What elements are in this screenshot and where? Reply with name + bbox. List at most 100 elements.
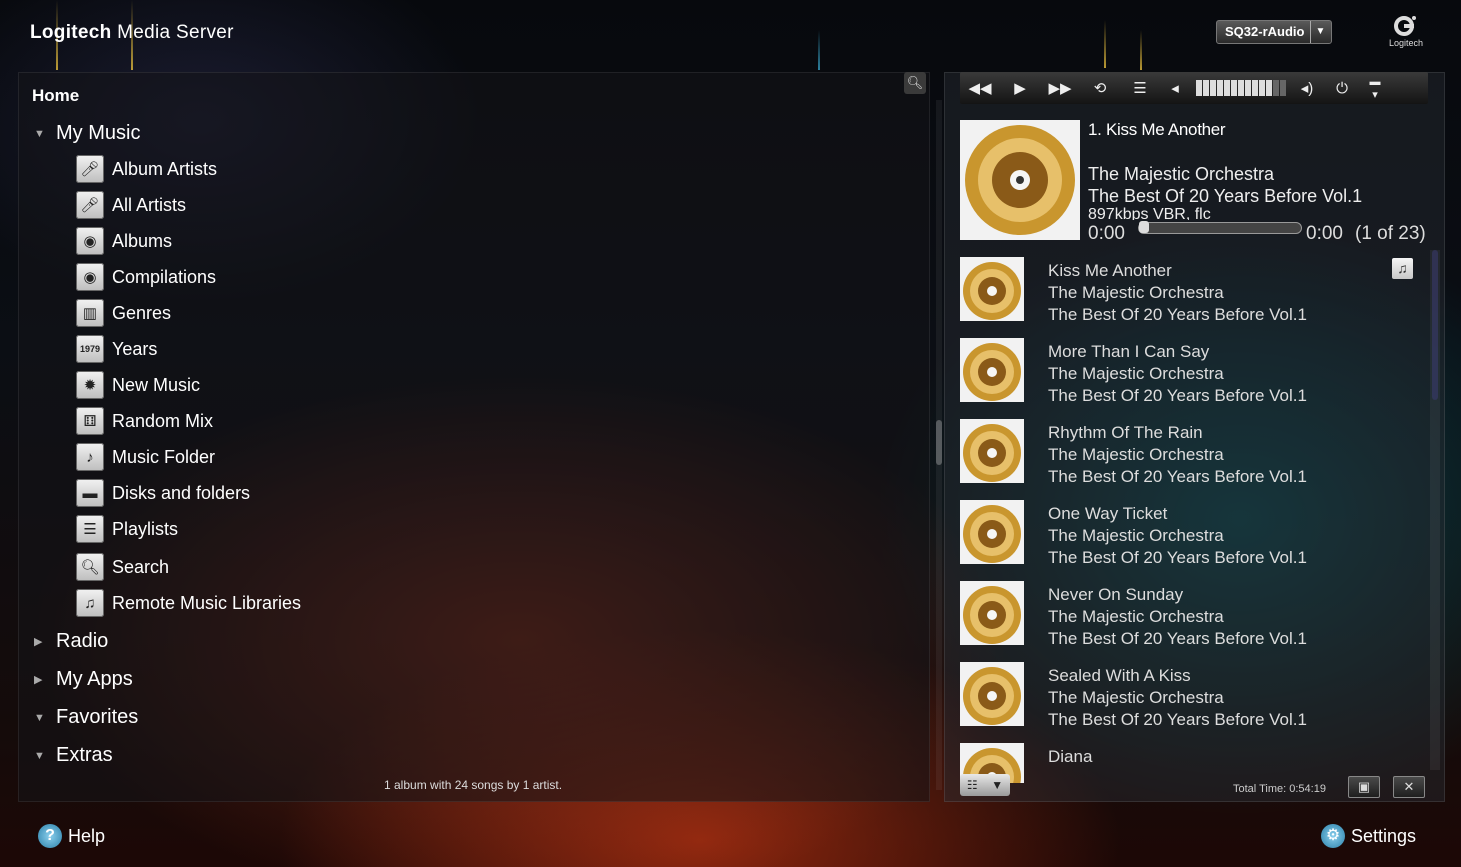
calendar-icon: 1979	[76, 335, 104, 363]
volume-segment[interactable]	[1210, 80, 1216, 96]
logitech-logo: Logitech	[1382, 14, 1430, 48]
repeat-icon[interactable]: ⟲	[1080, 79, 1120, 97]
playlist-track[interactable]: Never On Sunday The Majestic Orchestra The…	[960, 581, 1430, 651]
menu-item-label: Years	[112, 338, 158, 359]
scrollbar-thumb[interactable]	[1432, 250, 1438, 400]
play-icon[interactable]: ▶	[1000, 79, 1040, 97]
menu-item-years[interactable]: 1979 Years	[76, 333, 157, 365]
collapse-player-icon[interactable]: ▬ ▾	[1362, 76, 1388, 101]
volume-slider[interactable]	[1196, 80, 1286, 96]
volume-segment[interactable]	[1231, 80, 1237, 96]
playlist-total-time: Total Time: 0:54:19	[1233, 783, 1326, 795]
elapsed-time: 0:00	[1088, 223, 1125, 244]
breadcrumb-home[interactable]: Home	[32, 86, 79, 106]
collapsed-triangle-icon: ▶	[34, 636, 43, 648]
folder-icon: ▬	[76, 479, 104, 507]
playlist-track[interactable]: Rhythm Of The Rain The Majestic Orchestra…	[960, 419, 1430, 489]
section-label: Favorites	[56, 706, 139, 728]
track-album: The Best Of 20 Years Before Vol.1	[1048, 467, 1307, 486]
track-count: (1 of 23)	[1355, 223, 1426, 244]
menu-item-label: New Music	[112, 374, 201, 395]
menu-item-label: Compilations	[112, 266, 217, 287]
menu-item-label: Search	[112, 556, 170, 577]
volume-segment[interactable]	[1245, 80, 1251, 96]
albums-icon: ◉	[76, 227, 104, 255]
clear-playlist-button[interactable]: ✕	[1393, 776, 1425, 798]
section-my-music[interactable]: ▼ My Music	[34, 122, 140, 145]
now-playing-title[interactable]: 1. Kiss Me Another	[1088, 120, 1226, 140]
section-favorites[interactable]: ▼ Favorites	[34, 706, 138, 729]
search-button[interactable]: 🔍︎	[904, 72, 926, 94]
list-icon: ☷	[966, 778, 978, 792]
menu-item-all-artists[interactable]: 🎤︎ All Artists	[76, 189, 186, 221]
save-playlist-button[interactable]: ▣	[1348, 776, 1380, 798]
playlist-track[interactable]: Kiss Me Another The Majestic Orchestra The…	[960, 257, 1430, 327]
menu-item-random-mix[interactable]: ⚅ Random Mix	[76, 405, 213, 437]
now-playing-artist[interactable]: The Majestic Orchestra	[1088, 164, 1274, 185]
menu-item-remote-music-libraries[interactable]: ♫ Remote Music Libraries	[76, 587, 301, 619]
playlist-track[interactable]: Sealed With A Kiss The Majestic Orchestra…	[960, 662, 1430, 732]
top-bar: Logitech Media Server SQ32-rAudio ▼ Logi…	[0, 0, 1461, 70]
now-playing-album[interactable]: The Best Of 20 Years Before Vol.1	[1088, 186, 1362, 207]
now-playing-bitrate: 897kbps VBR, flc	[1088, 206, 1211, 220]
logitech-logo-icon	[1394, 16, 1416, 36]
volume-up-icon[interactable]: ◂)	[1292, 79, 1322, 97]
menu-item-genres[interactable]: ▥ Genres	[76, 297, 171, 329]
volume-down-icon[interactable]: ◂	[1160, 79, 1190, 97]
track-title: Sealed With A Kiss	[1048, 666, 1191, 685]
playlist-track[interactable]: More Than I Can Say The Majestic Orchestr…	[960, 338, 1430, 408]
progress-bar[interactable]	[1138, 221, 1302, 234]
volume-segment[interactable]	[1217, 80, 1223, 96]
browse-scrollbar[interactable]	[936, 100, 942, 790]
section-radio[interactable]: ▶ Radio	[34, 630, 108, 653]
help-link[interactable]: ? Help	[38, 824, 105, 848]
shuffle-icon[interactable]: ☰	[1120, 79, 1160, 97]
track-cover-art	[960, 662, 1024, 726]
menu-item-music-folder[interactable]: ♪ Music Folder	[76, 441, 215, 473]
fast-forward-icon[interactable]: ▶▶	[1040, 79, 1080, 97]
app-title: Logitech Media Server	[30, 22, 234, 44]
track-title: Never On Sunday	[1048, 585, 1184, 604]
remaining-time: 0:00	[1306, 223, 1343, 244]
magnifier-icon: 🔍︎	[906, 75, 924, 90]
menu-item-album-artists[interactable]: 🎤︎ Album Artists	[76, 153, 217, 185]
settings-link[interactable]: ⚙ Settings	[1321, 824, 1416, 848]
piano-icon: ▥	[76, 299, 104, 327]
volume-segment[interactable]	[1252, 80, 1258, 96]
section-my-apps[interactable]: ▶ My Apps	[34, 668, 133, 691]
volume-segment[interactable]	[1224, 80, 1230, 96]
menu-item-playlists[interactable]: ☰ Playlists	[76, 513, 178, 545]
track-title: Rhythm Of The Rain	[1048, 423, 1203, 442]
player-select[interactable]: SQ32-rAudio ▼	[1216, 20, 1333, 44]
volume-segment[interactable]	[1196, 80, 1202, 96]
menu-item-albums[interactable]: ◉ Albums	[76, 225, 172, 257]
menu-item-new-music[interactable]: ✹ New Music	[76, 369, 200, 401]
menu-item-search[interactable]: 🔍︎ Search	[76, 551, 169, 583]
chevron-down-icon: ▼	[1310, 21, 1325, 43]
volume-segment[interactable]	[1259, 80, 1265, 96]
section-extras[interactable]: ▼ Extras	[34, 744, 113, 767]
volume-segment[interactable]	[1273, 80, 1279, 96]
playlist-track[interactable]: One Way Ticket The Majestic Orchestra The …	[960, 500, 1430, 570]
transport-controls: ◀◀ ▶ ▶▶ ⟲ ☰ ◂ ◂) ⏻ ▬ ▾	[960, 72, 1428, 104]
remote-library-icon: ♫	[76, 589, 104, 617]
playlist-menu-button[interactable]: ☷ ▼	[960, 774, 1010, 796]
track-title: More Than I Can Say	[1048, 342, 1210, 361]
volume-segment[interactable]	[1238, 80, 1244, 96]
volume-segment[interactable]	[1280, 80, 1286, 96]
browse-status-text: 1 album with 24 songs by 1 artist.	[384, 778, 563, 792]
close-icon: ✕	[1403, 779, 1415, 794]
scrollbar-thumb[interactable]	[936, 420, 942, 465]
progress-knob[interactable]	[1139, 221, 1149, 233]
menu-item-disks-and-folders[interactable]: ▬ Disks and folders	[76, 477, 250, 509]
playlist-scrollbar[interactable]	[1430, 250, 1440, 770]
rewind-icon[interactable]: ◀◀	[960, 79, 1000, 97]
volume-segment[interactable]	[1203, 80, 1209, 96]
albums-icon: ◉	[76, 263, 104, 291]
track-artist: The Majestic Orchestra	[1048, 526, 1224, 545]
dice-icon: ⚅	[76, 407, 104, 435]
power-icon[interactable]: ⏻	[1322, 80, 1362, 97]
volume-segment[interactable]	[1266, 80, 1272, 96]
menu-item-compilations[interactable]: ◉ Compilations	[76, 261, 216, 293]
track-album: The Best Of 20 Years Before Vol.1	[1048, 305, 1307, 324]
